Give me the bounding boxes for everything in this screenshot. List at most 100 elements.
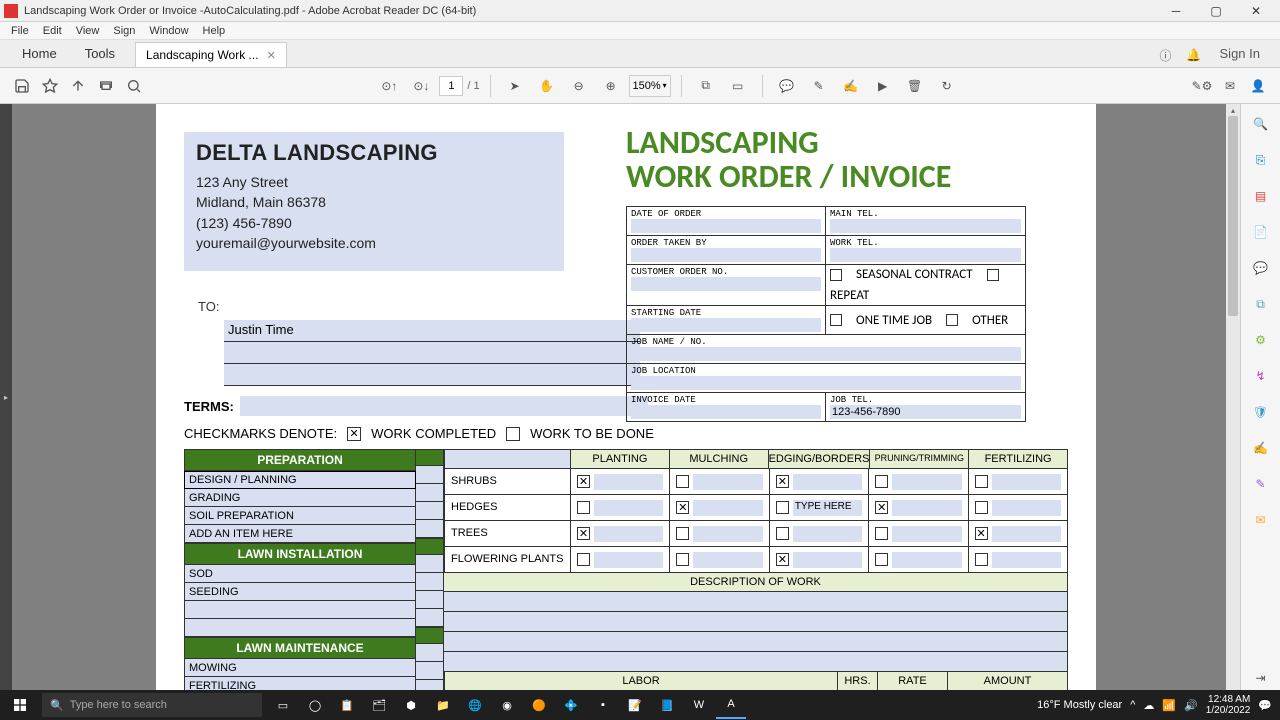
to-line2-field[interactable] [224, 342, 640, 364]
menu-edit[interactable]: Edit [36, 25, 69, 37]
request-sign-icon[interactable]: ✎ [1249, 472, 1273, 496]
pointer-icon[interactable]: ➤ [501, 72, 529, 100]
grid-checkbox[interactable] [577, 553, 590, 566]
grid-text-field[interactable] [594, 526, 663, 542]
grid-checkbox[interactable] [975, 553, 988, 566]
tab-tools[interactable]: Tools [71, 40, 129, 67]
grid-checkbox[interactable] [975, 475, 988, 488]
protect-icon[interactable]: 🛡 [1249, 400, 1273, 424]
page-down-icon[interactable]: ⊙↓ [407, 72, 435, 100]
notification-icon[interactable]: 🔔 [1182, 43, 1206, 67]
zoom-select[interactable]: 150%▾ [629, 75, 671, 97]
sign-in-button[interactable]: Sign In [1208, 40, 1272, 67]
tab-document[interactable]: Landscaping Work ... ✕ [135, 42, 287, 67]
other-checkbox[interactable] [946, 314, 958, 326]
grid-checkbox[interactable] [875, 475, 888, 488]
weather-widget[interactable]: 16°F Mostly clear [1037, 699, 1122, 711]
tab-home[interactable]: Home [8, 40, 71, 67]
collapse-panel-icon[interactable]: ⇥ [1249, 666, 1273, 690]
maint-row-mowing[interactable]: MOWING [184, 659, 416, 677]
app-icon-6[interactable]: 📘 [652, 691, 682, 719]
app-icon-4[interactable]: 🟠 [524, 691, 554, 719]
search-tool-icon[interactable]: 🔍 [1249, 112, 1273, 136]
acrobat-taskbar-icon[interactable]: A [716, 691, 746, 719]
prep-row-additem[interactable]: ADD AN ITEM HERE [184, 525, 416, 543]
menu-view[interactable]: View [69, 25, 107, 37]
repeat-checkbox[interactable] [987, 269, 999, 281]
grid-checkbox[interactable] [776, 501, 789, 514]
company-info-box[interactable]: DELTA LANDSCAPING 123 Any Street Midland… [184, 132, 564, 271]
scroll-up-icon[interactable]: ▴ [1226, 104, 1240, 116]
tray-chevron-icon[interactable]: ^ [1130, 699, 1135, 711]
nav-pane-handle[interactable]: ▸ [0, 104, 12, 690]
vertical-scrollbar[interactable]: ▴ [1226, 104, 1240, 690]
create-pdf-icon[interactable]: 📄 [1249, 220, 1273, 244]
maximize-button[interactable]: ▢ [1196, 0, 1236, 22]
grid-checkbox[interactable] [776, 527, 789, 540]
minimize-button[interactable]: ─ [1156, 0, 1196, 22]
grid-text-field[interactable] [594, 500, 663, 516]
export-pdf-icon[interactable]: ⎘ [1249, 148, 1273, 172]
job-tel-field[interactable]: 123-456-7890 [830, 405, 1021, 419]
grid-checkbox[interactable]: ✕ [975, 527, 988, 540]
maint-row-fertilizing[interactable]: FERTILIZING [184, 677, 416, 690]
grid-checkbox[interactable]: ✕ [776, 475, 789, 488]
to-name-field[interactable]: Justin Time [224, 320, 640, 342]
starting-date-field[interactable] [631, 318, 821, 332]
app-icon-5[interactable]: 📝 [620, 691, 650, 719]
search-icon[interactable] [120, 72, 148, 100]
grid-text-field[interactable] [992, 526, 1061, 542]
lawn-row-blank2[interactable] [184, 619, 416, 637]
start-button[interactable] [0, 697, 40, 713]
menu-file[interactable]: File [4, 25, 36, 37]
seasonal-checkbox[interactable] [830, 269, 842, 281]
grid-checkbox[interactable] [577, 501, 590, 514]
comment-icon[interactable]: 💬 [773, 72, 801, 100]
fill-sign-icon[interactable]: ✍ [1249, 436, 1273, 460]
edge-icon[interactable]: 🌐 [460, 691, 490, 719]
fit-page-icon[interactable]: ▭ [724, 72, 752, 100]
job-location-field[interactable] [631, 376, 1021, 390]
grid-checkbox[interactable] [875, 527, 888, 540]
word-icon[interactable]: W [684, 691, 714, 719]
upload-icon[interactable] [64, 72, 92, 100]
help-icon[interactable]: ⓘ [1154, 43, 1178, 67]
save-icon[interactable] [8, 72, 36, 100]
tray-wifi-icon[interactable]: 📶 [1162, 699, 1176, 712]
share-icon[interactable]: ✉ [1216, 72, 1244, 100]
zoom-out-icon[interactable]: ⊖ [565, 72, 593, 100]
terms-field[interactable] [240, 396, 648, 416]
grid-text-field[interactable] [793, 474, 862, 490]
grid-text-field[interactable] [992, 552, 1061, 568]
comment-tool-icon[interactable]: 💬 [1249, 256, 1273, 280]
grid-text-field[interactable] [892, 526, 961, 542]
lawn-row-sod[interactable]: SOD [184, 565, 416, 583]
main-tel-field[interactable] [830, 219, 1021, 233]
organize-icon[interactable]: ⚙ [1249, 328, 1273, 352]
grid-text-field[interactable] [992, 474, 1061, 490]
grid-text-field[interactable] [793, 526, 862, 542]
rotate-icon[interactable]: ↻ [933, 72, 961, 100]
grid-text-field[interactable] [892, 474, 961, 490]
side-col[interactable] [416, 466, 444, 484]
invoice-date-field[interactable] [631, 405, 821, 419]
menu-window[interactable]: Window [142, 25, 195, 37]
grid-text-field[interactable] [693, 526, 762, 542]
work-tobedone-checkbox[interactable] [506, 427, 520, 441]
lawn-row-blank1[interactable] [184, 601, 416, 619]
grid-checkbox[interactable]: ✕ [577, 527, 590, 540]
tab-close-icon[interactable]: ✕ [267, 49, 276, 62]
taskbar-search[interactable]: 🔍 Type here to search [42, 693, 262, 717]
tray-notifications-icon[interactable]: 💬 [1258, 699, 1272, 712]
explorer-icon[interactable]: 📁 [428, 691, 458, 719]
document-viewport[interactable]: ▴ DELTA LANDSCAPING 123 Any Street Midla… [12, 104, 1240, 690]
onetime-checkbox[interactable] [830, 314, 842, 326]
compress-icon[interactable]: ↯ [1249, 364, 1273, 388]
order-taken-by-field[interactable] [631, 248, 821, 262]
desc-line[interactable] [444, 592, 1068, 612]
terminal-icon[interactable]: ▪ [588, 691, 618, 719]
lawn-row-seeding[interactable]: SEEDING [184, 583, 416, 601]
grid-checkbox[interactable] [676, 475, 689, 488]
close-button[interactable]: ✕ [1236, 0, 1276, 22]
grid-checkbox[interactable]: ✕ [577, 475, 590, 488]
